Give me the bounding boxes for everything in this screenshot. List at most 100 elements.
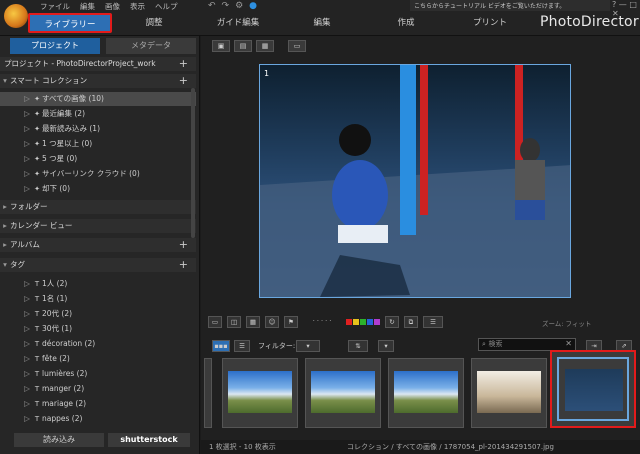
tag-item[interactable]: ▷ Tlumières (2) bbox=[0, 367, 196, 381]
sort-icon[interactable]: ☰ bbox=[423, 316, 443, 328]
menu-edit[interactable]: 編集 bbox=[80, 1, 95, 12]
expand-icon[interactable]: ▷ bbox=[22, 152, 32, 166]
tab-print[interactable]: プリント bbox=[448, 13, 532, 33]
collection-item[interactable]: ▷ ✦ 最新読み込み (1) bbox=[0, 122, 196, 136]
grid-view-icon[interactable]: ▦ bbox=[256, 40, 274, 52]
tab-library[interactable]: ライブラリー bbox=[28, 13, 112, 33]
import-button[interactable]: 読み込み bbox=[14, 433, 104, 447]
thumbnail[interactable] bbox=[222, 358, 298, 428]
add-album-icon[interactable]: + bbox=[179, 238, 188, 252]
tab-create[interactable]: 作成 bbox=[364, 13, 448, 33]
folder-header[interactable]: ▸ フォルダー bbox=[0, 200, 196, 214]
expand-icon[interactable]: ▷ bbox=[22, 367, 32, 381]
tag-item[interactable]: ▷ Tnappes (2) bbox=[0, 412, 196, 426]
menu-image[interactable]: 画像 bbox=[105, 1, 120, 12]
account-icon[interactable]: ● bbox=[249, 1, 257, 11]
sort-order-icon[interactable]: ⇅ bbox=[348, 340, 368, 352]
list-view-icon[interactable]: ☰ bbox=[234, 340, 250, 352]
redo-icon[interactable]: ↷ bbox=[222, 1, 230, 11]
expand-icon[interactable]: ▾ bbox=[0, 258, 10, 272]
add-tag-icon[interactable]: + bbox=[179, 258, 188, 272]
tab-edit[interactable]: 編集 bbox=[280, 13, 364, 33]
expand-icon[interactable]: ▸ bbox=[0, 200, 10, 214]
collection-item[interactable]: ▷ ✦ 却下 (0) bbox=[0, 182, 196, 196]
tutorial-banner[interactable]: こちらからチュートリアル ビデオをご覧いただけます。 bbox=[410, 0, 610, 11]
expand-icon[interactable]: ▷ bbox=[22, 167, 32, 181]
add-collection-icon[interactable]: + bbox=[179, 74, 188, 88]
tab-project[interactable]: プロジェクト bbox=[10, 38, 100, 54]
menu-view[interactable]: 表示 bbox=[130, 1, 145, 12]
compare-two-icon[interactable]: ◫ bbox=[227, 316, 241, 328]
tag-item[interactable]: ▷ Tdécoration (2) bbox=[0, 337, 196, 351]
calendar-header[interactable]: ▸ カレンダー ビュー bbox=[0, 219, 196, 233]
tab-adjust[interactable]: 調整 bbox=[112, 13, 196, 33]
tag-item[interactable]: ▷ Tfête (2) bbox=[0, 352, 196, 366]
project-header[interactable]: プロジェクト - PhotoDirectorProject_work + bbox=[0, 57, 196, 71]
shutterstock-button[interactable]: shutterstock bbox=[108, 433, 190, 447]
color-label-green[interactable] bbox=[360, 319, 366, 325]
expand-icon[interactable]: ▸ bbox=[0, 219, 10, 233]
tab-guided-edit[interactable]: ガイド編集 bbox=[196, 13, 280, 33]
tag-item[interactable]: ▷ Tmariage (2) bbox=[0, 397, 196, 411]
thumbnail[interactable] bbox=[388, 358, 464, 428]
menu-file[interactable]: ファイル bbox=[40, 1, 70, 12]
color-label-purple[interactable] bbox=[374, 319, 380, 325]
expand-icon[interactable]: ▷ bbox=[22, 337, 32, 351]
filmstrip-view-icon[interactable]: ▪▪▪ bbox=[212, 340, 230, 352]
compare-multi-icon[interactable]: ▦ bbox=[246, 316, 260, 328]
face-tag-icon[interactable]: ☺ bbox=[265, 316, 279, 328]
thumbnail-selected[interactable] bbox=[550, 350, 636, 428]
crop-icon[interactable]: ⧉ bbox=[404, 316, 418, 328]
tag-item[interactable]: ▷ T 20代 (2) bbox=[0, 307, 196, 321]
expand-icon[interactable]: ▷ bbox=[22, 352, 32, 366]
thumbnail[interactable] bbox=[204, 358, 212, 428]
expand-icon[interactable]: ▷ bbox=[22, 137, 32, 151]
color-label-red[interactable] bbox=[346, 319, 352, 325]
expand-icon[interactable]: ▸ bbox=[0, 238, 10, 252]
expand-icon[interactable]: ▷ bbox=[22, 412, 32, 426]
add-project-icon[interactable]: + bbox=[179, 57, 188, 71]
tab-metadata[interactable]: メタデータ bbox=[106, 38, 196, 54]
undo-icon[interactable]: ↶ bbox=[208, 1, 216, 11]
expand-icon[interactable]: ▷ bbox=[22, 307, 32, 321]
collection-item[interactable]: ▷ ✦ すべての画像 (10) bbox=[0, 92, 196, 106]
single-view-icon[interactable]: ▣ bbox=[212, 40, 230, 52]
expand-icon[interactable]: ▷ bbox=[22, 122, 32, 136]
color-label-blue[interactable] bbox=[367, 319, 373, 325]
collection-item[interactable]: ▷ ✦ 1 つ星以上 (0) bbox=[0, 137, 196, 151]
fullscreen-icon[interactable]: ▭ bbox=[288, 40, 306, 52]
expand-icon[interactable]: ▷ bbox=[22, 292, 32, 306]
tag-item[interactable]: ▷ T 1人 (2) bbox=[0, 277, 196, 291]
tag-item[interactable]: ▷ Tmanger (2) bbox=[0, 382, 196, 396]
collection-item[interactable]: ▷ ✦ 最近編集 (2) bbox=[0, 107, 196, 121]
rating-stars[interactable]: · · · · · bbox=[303, 316, 341, 328]
tag-header[interactable]: ▾ タグ + bbox=[0, 258, 196, 272]
settings-icon[interactable]: ⚙ bbox=[235, 1, 243, 11]
expand-icon[interactable]: ▷ bbox=[22, 107, 32, 121]
expand-icon[interactable]: ▷ bbox=[22, 277, 32, 291]
expand-icon[interactable]: ▾ bbox=[0, 74, 10, 88]
thumbnail[interactable] bbox=[471, 358, 547, 428]
expand-icon[interactable]: ▷ bbox=[22, 382, 32, 396]
collection-item[interactable]: ▷ ✦ サイバーリンク クラウド (0) bbox=[0, 167, 196, 181]
rotate-icon[interactable]: ↻ bbox=[385, 316, 399, 328]
left-scrollbar[interactable] bbox=[191, 88, 195, 238]
compare-single-icon[interactable]: ▭ bbox=[208, 316, 222, 328]
expand-icon[interactable]: ▷ bbox=[22, 182, 32, 196]
smart-collection-header[interactable]: ▾ スマート コレクション + bbox=[0, 74, 196, 88]
album-header[interactable]: ▸ アルバム + bbox=[0, 238, 196, 252]
expand-icon[interactable]: ▷ bbox=[22, 322, 32, 336]
menu-help[interactable]: ヘルプ bbox=[155, 1, 178, 12]
thumb-view-icon[interactable]: ▤ bbox=[234, 40, 252, 52]
tag-item[interactable]: ▷ T 30代 (1) bbox=[0, 322, 196, 336]
zoom-label[interactable]: ズーム: フィット bbox=[542, 318, 591, 328]
thumbnail[interactable] bbox=[305, 358, 381, 428]
expand-icon[interactable]: ▷ bbox=[22, 397, 32, 411]
flag-icon[interactable]: ⚑ bbox=[284, 316, 298, 328]
stack-icon[interactable]: ▾ bbox=[378, 340, 394, 352]
main-photo[interactable] bbox=[259, 64, 571, 298]
color-label-yellow[interactable] bbox=[353, 319, 359, 325]
expand-icon[interactable]: ▷ bbox=[22, 92, 32, 106]
search-clear-icon[interactable]: ✕ bbox=[565, 339, 572, 348]
collection-item[interactable]: ▷ ✦ 5 つ星 (0) bbox=[0, 152, 196, 166]
